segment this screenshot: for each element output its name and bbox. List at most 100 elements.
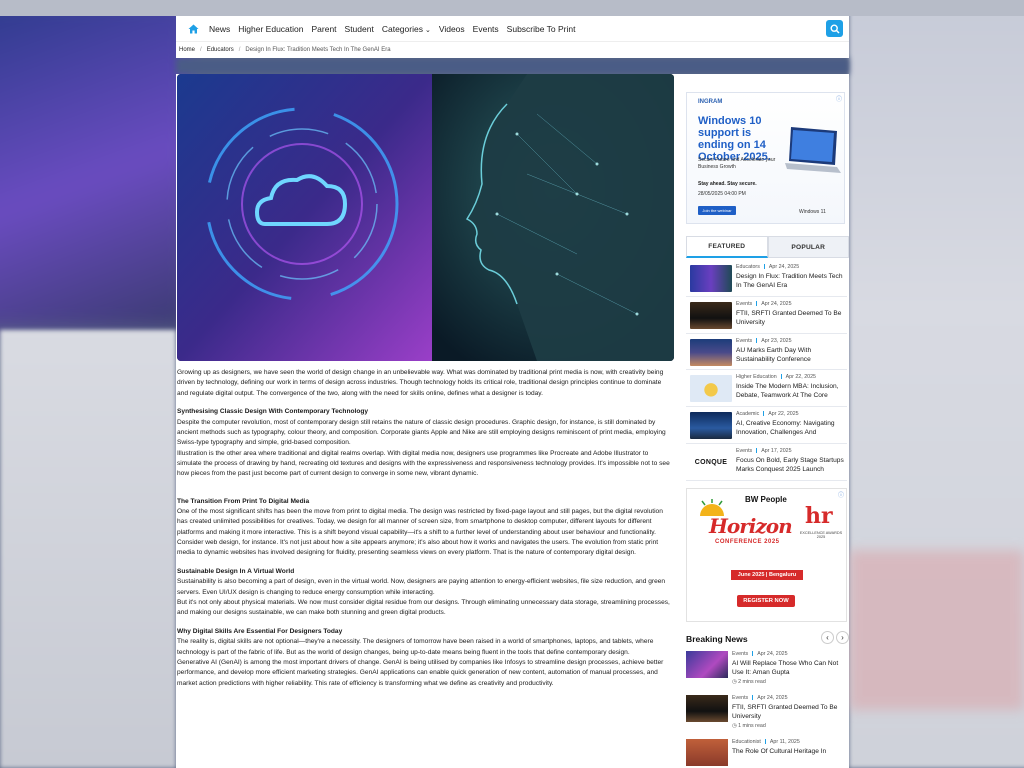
top-nav: News Higher Education Parent Student Cat… bbox=[176, 16, 849, 41]
breadcrumb: Home / Educators / Design In Flux: Tradi… bbox=[176, 41, 849, 58]
ad-register-button[interactable]: REGISTER NOW bbox=[737, 595, 795, 607]
ad-date: 28/05/2025 04:00 PM bbox=[698, 191, 746, 197]
windows-ad-banner[interactable]: ⓘ INGRAM Windows 10 support is ending on… bbox=[686, 92, 845, 224]
chevron-right-icon[interactable]: › bbox=[836, 631, 849, 644]
section-heading: Why Digital Skills Are Essential For Des… bbox=[177, 627, 343, 635]
item-title[interactable]: AI Will Replace Those Who Can Not Use It… bbox=[732, 659, 848, 677]
featured-list: Educators Apr 24, 2025 Design In Flux: Tr… bbox=[686, 260, 847, 481]
list-item[interactable]: Educators Apr 24, 2025 Design In Flux: Tr… bbox=[686, 260, 847, 297]
read-time: ◷ 1 mins read bbox=[732, 723, 766, 729]
nav-subscribe[interactable]: Subscribe To Print bbox=[503, 24, 580, 34]
list-item[interactable]: CONQUE Events Apr 17, 2025 Focus On Bold,… bbox=[686, 444, 847, 481]
list-item[interactable]: Events Apr 24, 2025 FTII, SRFTI Granted D… bbox=[686, 297, 847, 334]
breadcrumb-section[interactable]: Educators bbox=[207, 47, 234, 53]
breaking-news-list: Events Apr 24, 2025 AI Will Replace Those… bbox=[686, 648, 847, 768]
item-title[interactable]: AI, Creative Economy: Navigating Innovat… bbox=[736, 419, 846, 437]
item-category[interactable]: Educators bbox=[736, 264, 760, 270]
tab-popular[interactable]: POPULAR bbox=[767, 236, 849, 258]
nav-videos[interactable]: Videos bbox=[435, 24, 469, 34]
bw-people-ad-banner[interactable]: ⓘ BW People Horizon CONFERENCE 2025 hr E… bbox=[686, 488, 847, 622]
search-button[interactable] bbox=[826, 20, 843, 37]
item-title[interactable]: Focus On Bold, Early Stage Startups Mark… bbox=[736, 456, 846, 474]
item-title[interactable]: Design In Flux: Tradition Meets Tech In … bbox=[736, 272, 846, 290]
paragraph: One of the most significant shifts has b… bbox=[177, 508, 663, 536]
laptop-icon bbox=[785, 127, 841, 173]
nav-higher-education[interactable]: Higher Education bbox=[234, 24, 307, 34]
breadcrumb-home[interactable]: Home bbox=[179, 47, 195, 53]
list-item[interactable]: Events Apr 24, 2025 AI Will Replace Those… bbox=[686, 648, 847, 692]
item-title[interactable]: FTII, SRFTI Granted Deemed To Be Univers… bbox=[736, 309, 846, 327]
item-date: Apr 24, 2025 bbox=[761, 300, 792, 307]
list-item[interactable]: Events Apr 24, 2025 FTII, SRFTI Granted D… bbox=[686, 692, 847, 736]
paragraph: Illustration is the other area where tra… bbox=[177, 449, 670, 478]
item-title[interactable]: FTII, SRFTI Granted Deemed To Be Univers… bbox=[732, 703, 848, 721]
thumbnail bbox=[690, 301, 732, 329]
ad-horizon-title: Horizon bbox=[709, 514, 793, 538]
ad-info-icon[interactable]: ⓘ bbox=[838, 490, 844, 499]
paragraph: The reality is, digital skills are not o… bbox=[177, 638, 654, 656]
ad-event-date: June 2025 | Bengaluru bbox=[731, 570, 803, 580]
read-time: ◷ 2 mins read bbox=[732, 679, 766, 685]
article-intro: Growing up as designers, we have seen th… bbox=[177, 369, 664, 397]
ad-brand: BW People bbox=[745, 495, 787, 504]
item-date: Apr 17, 2025 bbox=[761, 447, 792, 454]
paragraph: Despite the computer revolution, most of… bbox=[177, 418, 666, 447]
item-category[interactable]: Academic bbox=[736, 411, 759, 417]
item-title[interactable]: Inside The Modern MBA: Inclusion, Debate… bbox=[736, 382, 846, 400]
item-category[interactable]: Events bbox=[736, 448, 752, 454]
nav-news[interactable]: News bbox=[205, 24, 234, 34]
item-date: Apr 24, 2025 bbox=[768, 264, 800, 270]
item-date: Apr 11, 2025 bbox=[769, 739, 800, 745]
ad-info-icon[interactable]: ⓘ bbox=[836, 94, 842, 103]
list-item[interactable]: Academic Apr 22, 2025 AI, Creative Econom… bbox=[686, 407, 847, 444]
read-time-label: 2 mins read bbox=[738, 679, 766, 685]
item-title[interactable]: The Role Of Cultural Heritage In bbox=[732, 747, 848, 756]
thumbnail bbox=[686, 651, 728, 678]
clock-icon: ◷ bbox=[732, 723, 737, 729]
item-title[interactable]: AU Marks Earth Day With Sustainability C… bbox=[736, 346, 846, 364]
ad-hr-logo: hr bbox=[805, 503, 833, 529]
tab-featured[interactable]: FEATURED bbox=[686, 236, 768, 258]
thumbnail: CONQUE bbox=[690, 448, 732, 476]
ad-tagline: Stay ahead. Stay secure. bbox=[698, 181, 757, 187]
breaking-news-nav: ‹ › bbox=[821, 631, 849, 644]
item-category[interactable]: Events bbox=[736, 301, 752, 307]
thumbnail bbox=[690, 375, 732, 403]
section-heading: Sustainable Design In A Virtual World bbox=[177, 567, 295, 575]
nav-events[interactable]: Events bbox=[469, 24, 503, 34]
item-category[interactable]: Events bbox=[736, 338, 752, 344]
chevron-left-icon[interactable]: ‹ bbox=[821, 631, 834, 644]
list-item[interactable]: Higher Education Apr 22, 2025 Inside The … bbox=[686, 370, 847, 408]
item-category[interactable]: Educationist bbox=[732, 739, 761, 745]
hero-image bbox=[177, 74, 674, 361]
item-category[interactable]: Events bbox=[732, 651, 748, 657]
ad-join-button[interactable]: Join the webinar bbox=[698, 206, 736, 215]
item-date: Apr 22, 2025 bbox=[785, 374, 816, 381]
home-icon[interactable] bbox=[187, 23, 199, 35]
nav-parent[interactable]: Parent bbox=[307, 24, 340, 34]
ad-conference: CONFERENCE 2025 bbox=[715, 539, 780, 545]
sidebar: ⓘ INGRAM Windows 10 support is ending on… bbox=[675, 74, 849, 768]
item-date: Apr 22, 2025 bbox=[768, 411, 799, 418]
ad-subtext: Secure Future and Accelerate your Busine… bbox=[698, 157, 776, 170]
chevron-down-icon: ⌄ bbox=[424, 26, 431, 34]
ad-brand: INGRAM bbox=[698, 99, 723, 105]
item-category[interactable]: Higher Education bbox=[736, 374, 777, 380]
paragraph: Consider web design, for instance. It's … bbox=[177, 539, 659, 557]
paragraph: Sustainability is also becoming a part o… bbox=[177, 578, 666, 596]
nav-student[interactable]: Student bbox=[341, 24, 378, 34]
section-heading: Synthesising Classic Design With Contemp… bbox=[177, 408, 369, 416]
item-date: Apr 24, 2025 bbox=[757, 695, 788, 701]
list-item[interactable]: Educationist Apr 11, 2025 The Role Of Cul… bbox=[686, 736, 847, 768]
clock-icon: ◷ bbox=[732, 679, 737, 685]
article-main: Growing up as designers, we have seen th… bbox=[176, 74, 675, 768]
breadcrumb-separator: / bbox=[200, 47, 202, 53]
item-date: Apr 23, 2025 bbox=[761, 337, 792, 344]
nav-categories[interactable]: Categories ⌄ bbox=[378, 24, 435, 34]
thumbnail bbox=[690, 412, 732, 440]
item-category[interactable]: Events bbox=[732, 695, 748, 701]
search-icon bbox=[829, 23, 840, 34]
featured-popular-tabs: FEATURED POPULAR bbox=[686, 236, 849, 258]
list-item[interactable]: Events Apr 23, 2025 AU Marks Earth Day Wi… bbox=[686, 334, 847, 371]
item-date: Apr 24, 2025 bbox=[757, 651, 788, 657]
